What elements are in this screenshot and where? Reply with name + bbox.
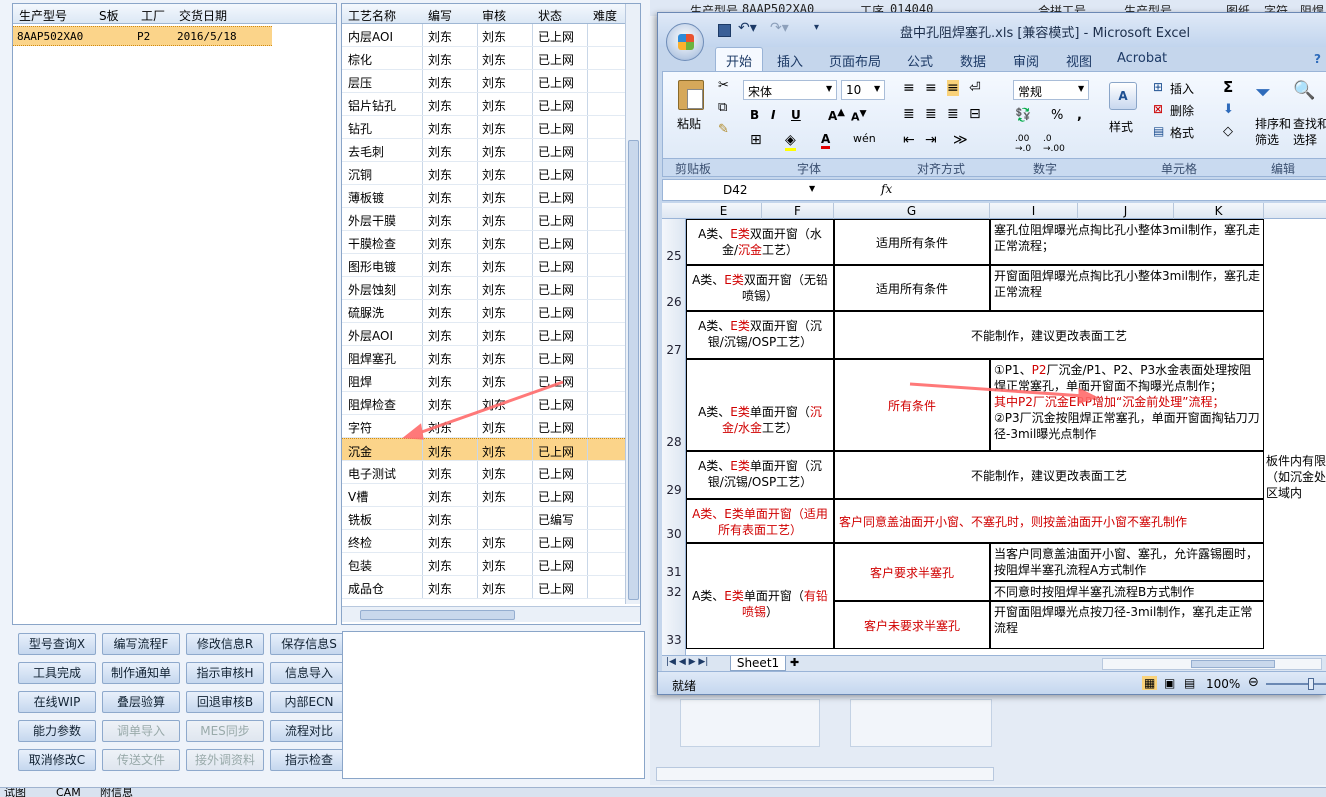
arrow-right: [909, 382, 1098, 405]
arrow-left: [401, 380, 564, 440]
annotation-arrows: [401, 380, 1098, 440]
